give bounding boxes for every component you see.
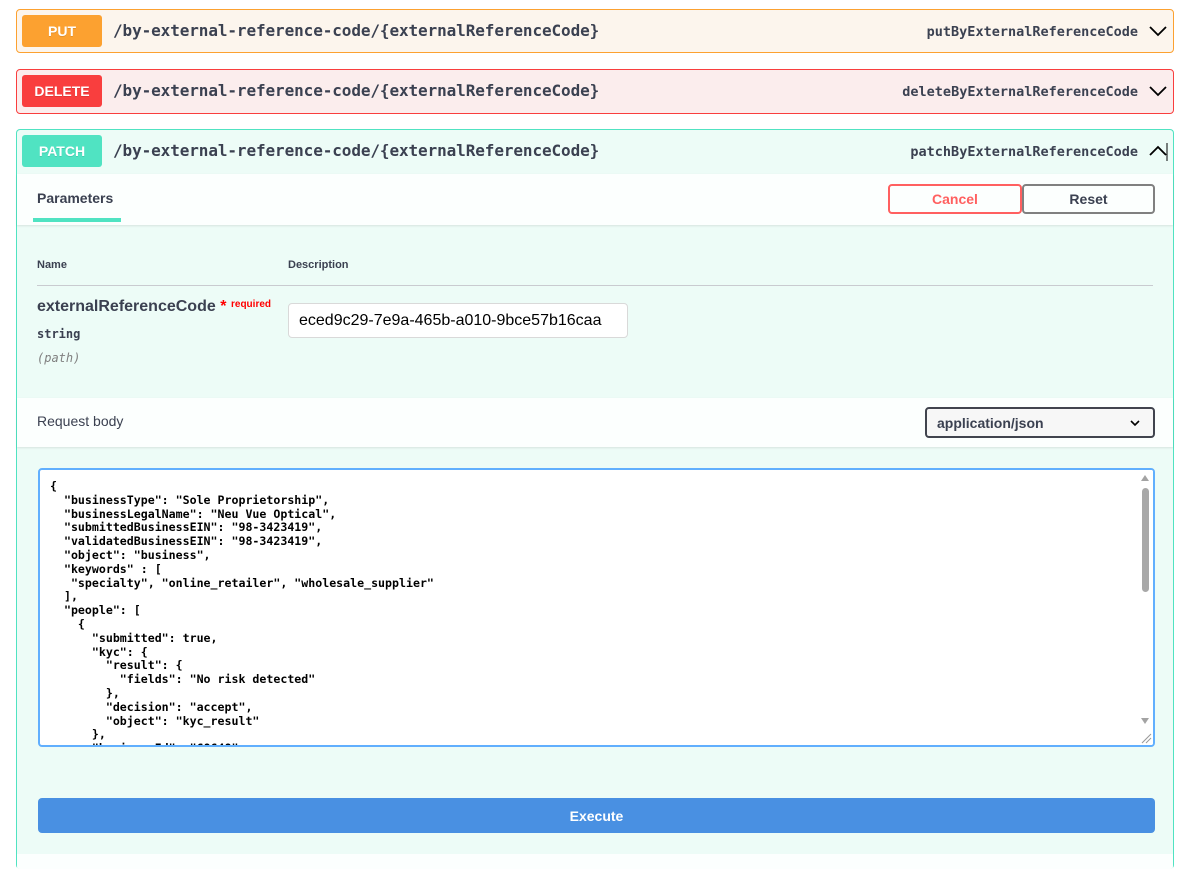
chevron-down-icon[interactable] [1148, 81, 1168, 101]
required-star: * [220, 298, 227, 315]
opblock-patch: PATCH /by-external-reference-code/{exter… [16, 129, 1174, 874]
request-body-text: { "businessType": "Sole Proprietorship",… [50, 479, 434, 745]
method-badge-delete: DELETE [22, 75, 102, 107]
operation-id: deleteByExternalReferenceCode [902, 84, 1138, 100]
tab-parameters[interactable]: Parameters [37, 190, 113, 206]
endpoint-path: /by-external-reference-code/{externalRef… [113, 21, 600, 40]
resize-handle-icon[interactable] [1140, 732, 1152, 744]
request-body-header: Request body application/json [17, 398, 1173, 447]
parameter-type: string [37, 327, 81, 341]
reset-button[interactable]: Reset [1022, 184, 1155, 214]
parameter-name: externalReferenceCode * [37, 298, 226, 316]
required-label: required [231, 299, 272, 310]
column-header-description: Description [288, 259, 349, 271]
request-body-title: Request body [37, 413, 124, 429]
tab-active-indicator [33, 218, 121, 222]
scrollbar-thumb[interactable] [1142, 488, 1149, 592]
parameter-location: (path) [37, 351, 81, 365]
opblock-put[interactable]: PUT /by-external-reference-code/{externa… [16, 9, 1174, 53]
method-badge-patch: PATCH [22, 135, 102, 167]
external-reference-code-input[interactable] [288, 303, 628, 338]
column-header-name: Name [37, 259, 67, 271]
parameters-header: Parameters Cancel Reset [17, 174, 1173, 225]
parameter-name-text: externalReferenceCode [37, 298, 216, 315]
chevron-down-icon [1130, 420, 1140, 427]
method-badge-put: PUT [22, 15, 102, 47]
opblock-summary-put[interactable]: PUT /by-external-reference-code/{externa… [17, 10, 1173, 52]
content-type-select[interactable]: application/json [925, 407, 1155, 438]
opblock-summary-delete[interactable]: DELETE /by-external-reference-code/{exte… [17, 70, 1173, 112]
scrollbar[interactable] [1138, 470, 1153, 745]
chevron-down-icon[interactable] [1148, 21, 1168, 41]
scroll-down-arrow-icon[interactable] [1141, 718, 1149, 724]
execute-button[interactable]: Execute [38, 798, 1155, 833]
opblock-summary-patch[interactable]: PATCH /by-external-reference-code/{exter… [17, 130, 1173, 172]
endpoint-path: /by-external-reference-code/{externalRef… [113, 81, 600, 100]
chevron-up-icon[interactable] [1148, 141, 1168, 161]
content-type-value: application/json [937, 414, 1044, 431]
operation-id: putByExternalReferenceCode [926, 24, 1138, 40]
responses-section-edge [17, 854, 1173, 874]
scroll-up-arrow-icon[interactable] [1141, 475, 1149, 481]
endpoint-path: /by-external-reference-code/{externalRef… [113, 141, 600, 160]
operation-id: patchByExternalReferenceCode [910, 144, 1138, 160]
request-body-editor[interactable]: { "businessType": "Sole Proprietorship",… [38, 468, 1155, 747]
cancel-button[interactable]: Cancel [888, 184, 1022, 214]
table-divider [37, 285, 1153, 286]
opblock-delete[interactable]: DELETE /by-external-reference-code/{exte… [16, 69, 1174, 114]
